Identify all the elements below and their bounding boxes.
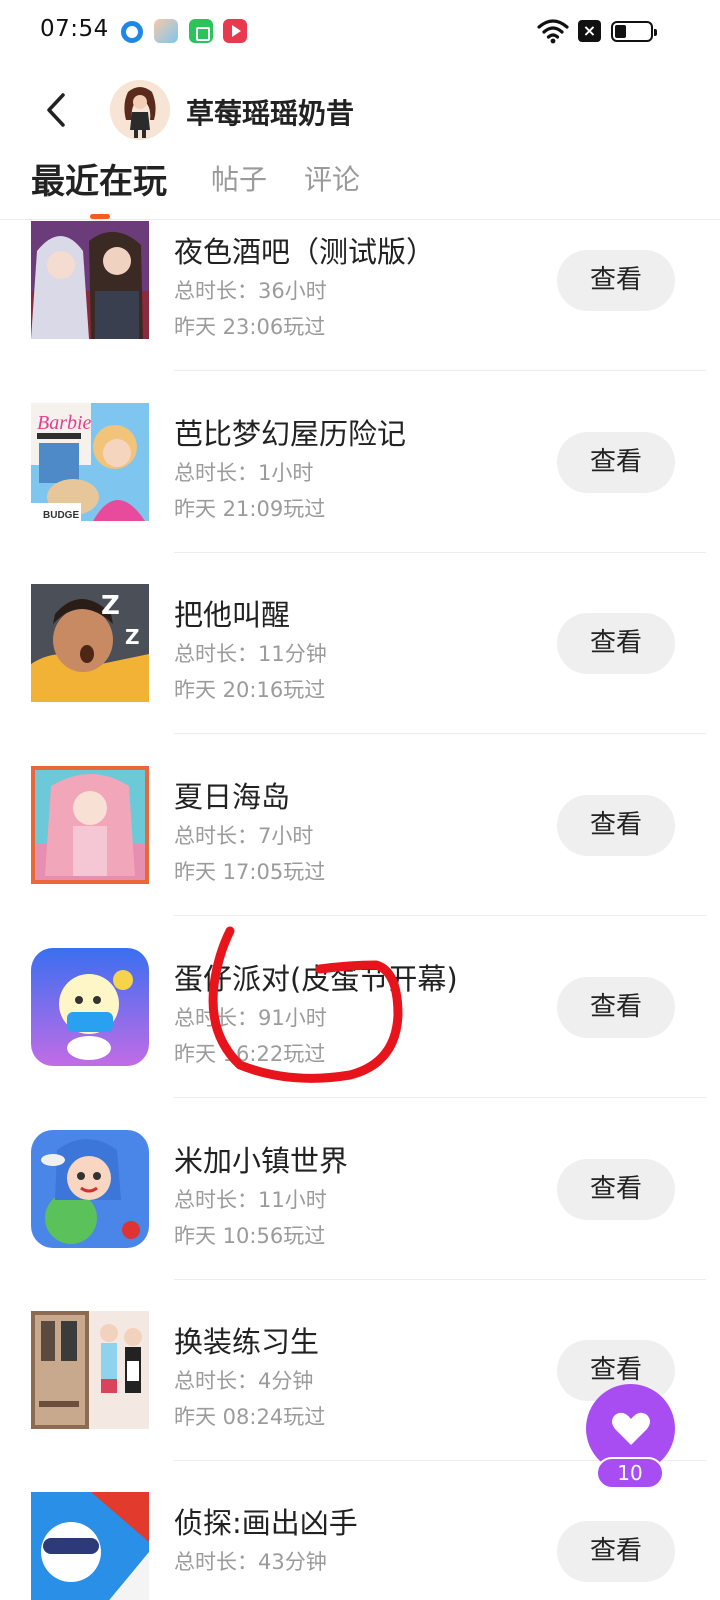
game-duration: 总时长：7小时 <box>174 824 314 848</box>
view-button[interactable]: 查看 <box>557 1521 675 1582</box>
game-thumbnail[interactable] <box>31 1311 149 1429</box>
tab-comments[interactable]: 评论 <box>304 158 360 198</box>
back-button[interactable] <box>30 84 82 136</box>
tab-posts[interactable]: 帖子 <box>211 158 267 198</box>
game-thumbnail[interactable] <box>31 948 149 1066</box>
status-time: 07:54 <box>40 16 109 42</box>
list-item[interactable]: 夏日海岛 总时长：7小时 昨天 17:05玩过 查看 <box>0 766 720 947</box>
heart-icon <box>611 1412 650 1445</box>
tab-bar: 最近在玩 帖子 评论 <box>0 152 720 220</box>
svg-text:Z: Z <box>101 591 120 621</box>
game-duration: 总时长：43分钟 <box>174 1550 327 1574</box>
view-button[interactable]: 查看 <box>557 977 675 1038</box>
divider <box>174 1279 706 1280</box>
svg-text:Barbie: Barbie <box>37 412 92 434</box>
svg-text:Z: Z <box>125 625 140 649</box>
game-duration: 总时长：11分钟 <box>174 642 327 666</box>
game-last-played: 昨天 10:56玩过 <box>174 1224 326 1248</box>
avatar[interactable] <box>110 80 170 140</box>
game-thumbnail[interactable] <box>31 766 149 884</box>
game-thumbnail[interactable] <box>31 221 149 339</box>
list-item[interactable]: Barbie BUDGE 芭比梦幻屋历险记 总时长：1小时 昨天 21:09玩过… <box>0 403 720 584</box>
game-name: 夜色酒吧（测试版） <box>174 235 436 269</box>
game-duration: 总时长：4分钟 <box>174 1369 314 1393</box>
divider <box>174 552 706 553</box>
divider <box>174 370 706 371</box>
game-last-played: 昨天 08:24玩过 <box>174 1405 326 1429</box>
battery-icon <box>611 21 657 42</box>
game-app-icon <box>154 19 178 43</box>
divider <box>174 915 706 916</box>
status-bar: 07:54 × <box>0 0 720 64</box>
green-app-icon <box>189 19 213 43</box>
tab-indicator <box>90 214 110 219</box>
view-button[interactable]: 查看 <box>557 795 675 856</box>
username: 草莓瑶瑶奶昔 <box>186 97 355 130</box>
list-item[interactable]: 夜色酒吧（测试版） 总时长：36小时 昨天 23:06玩过 查看 <box>0 221 720 371</box>
divider <box>174 733 706 734</box>
app-notification-icon <box>121 21 143 43</box>
game-thumbnail[interactable]: Barbie BUDGE <box>31 403 149 521</box>
game-name: 夏日海岛 <box>174 780 291 814</box>
list-item[interactable]: 米加小镇世界 总时长：11小时 昨天 10:56玩过 查看 <box>0 1130 720 1311</box>
like-count-badge: 10 <box>596 1457 664 1489</box>
list-item[interactable]: 蛋仔派对(皮蛋节开幕) 总时长：91小时 昨天 16:22玩过 查看 <box>0 948 720 1129</box>
view-button[interactable]: 查看 <box>557 1159 675 1220</box>
game-last-played: 昨天 16:22玩过 <box>174 1042 326 1066</box>
wifi-icon <box>537 19 569 44</box>
view-button[interactable]: 查看 <box>557 250 675 311</box>
video-app-icon <box>223 19 247 43</box>
game-name: 蛋仔派对(皮蛋节开幕) <box>174 962 458 996</box>
game-last-played: 昨天 23:06玩过 <box>174 315 326 339</box>
game-thumbnail[interactable]: Z Z <box>31 584 149 702</box>
tab-recently-played[interactable]: 最近在玩 <box>31 154 167 203</box>
game-duration: 总时长：1小时 <box>174 461 314 485</box>
game-thumbnail[interactable] <box>31 1130 149 1248</box>
game-name: 米加小镇世界 <box>174 1144 349 1178</box>
list-item[interactable]: 侦探:画出凶手 总时长：43分钟 查看 <box>0 1492 720 1600</box>
divider <box>174 1097 706 1098</box>
game-name: 换装练习生 <box>174 1325 320 1359</box>
game-last-played: 昨天 20:16玩过 <box>174 678 326 702</box>
view-button[interactable]: 查看 <box>557 613 675 674</box>
avatar-illustration <box>110 80 170 140</box>
list-item[interactable]: Z Z 把他叫醒 总时长：11分钟 昨天 20:16玩过 查看 <box>0 584 720 765</box>
game-duration: 总时长：91小时 <box>174 1006 327 1030</box>
game-name: 侦探:画出凶手 <box>174 1506 358 1540</box>
game-name: 把他叫醒 <box>174 598 291 632</box>
game-name: 芭比梦幻屋历险记 <box>174 417 407 451</box>
game-last-played: 昨天 21:09玩过 <box>174 497 326 521</box>
svg-text:BUDGE: BUDGE <box>43 510 79 521</box>
game-duration: 总时长：11小时 <box>174 1188 327 1212</box>
game-thumbnail[interactable] <box>31 1492 149 1600</box>
no-sim-icon: × <box>578 20 601 42</box>
chevron-left-icon <box>47 93 65 127</box>
game-last-played: 昨天 17:05玩过 <box>174 860 326 884</box>
view-button[interactable]: 查看 <box>557 432 675 493</box>
game-duration: 总时长：36小时 <box>174 279 327 303</box>
